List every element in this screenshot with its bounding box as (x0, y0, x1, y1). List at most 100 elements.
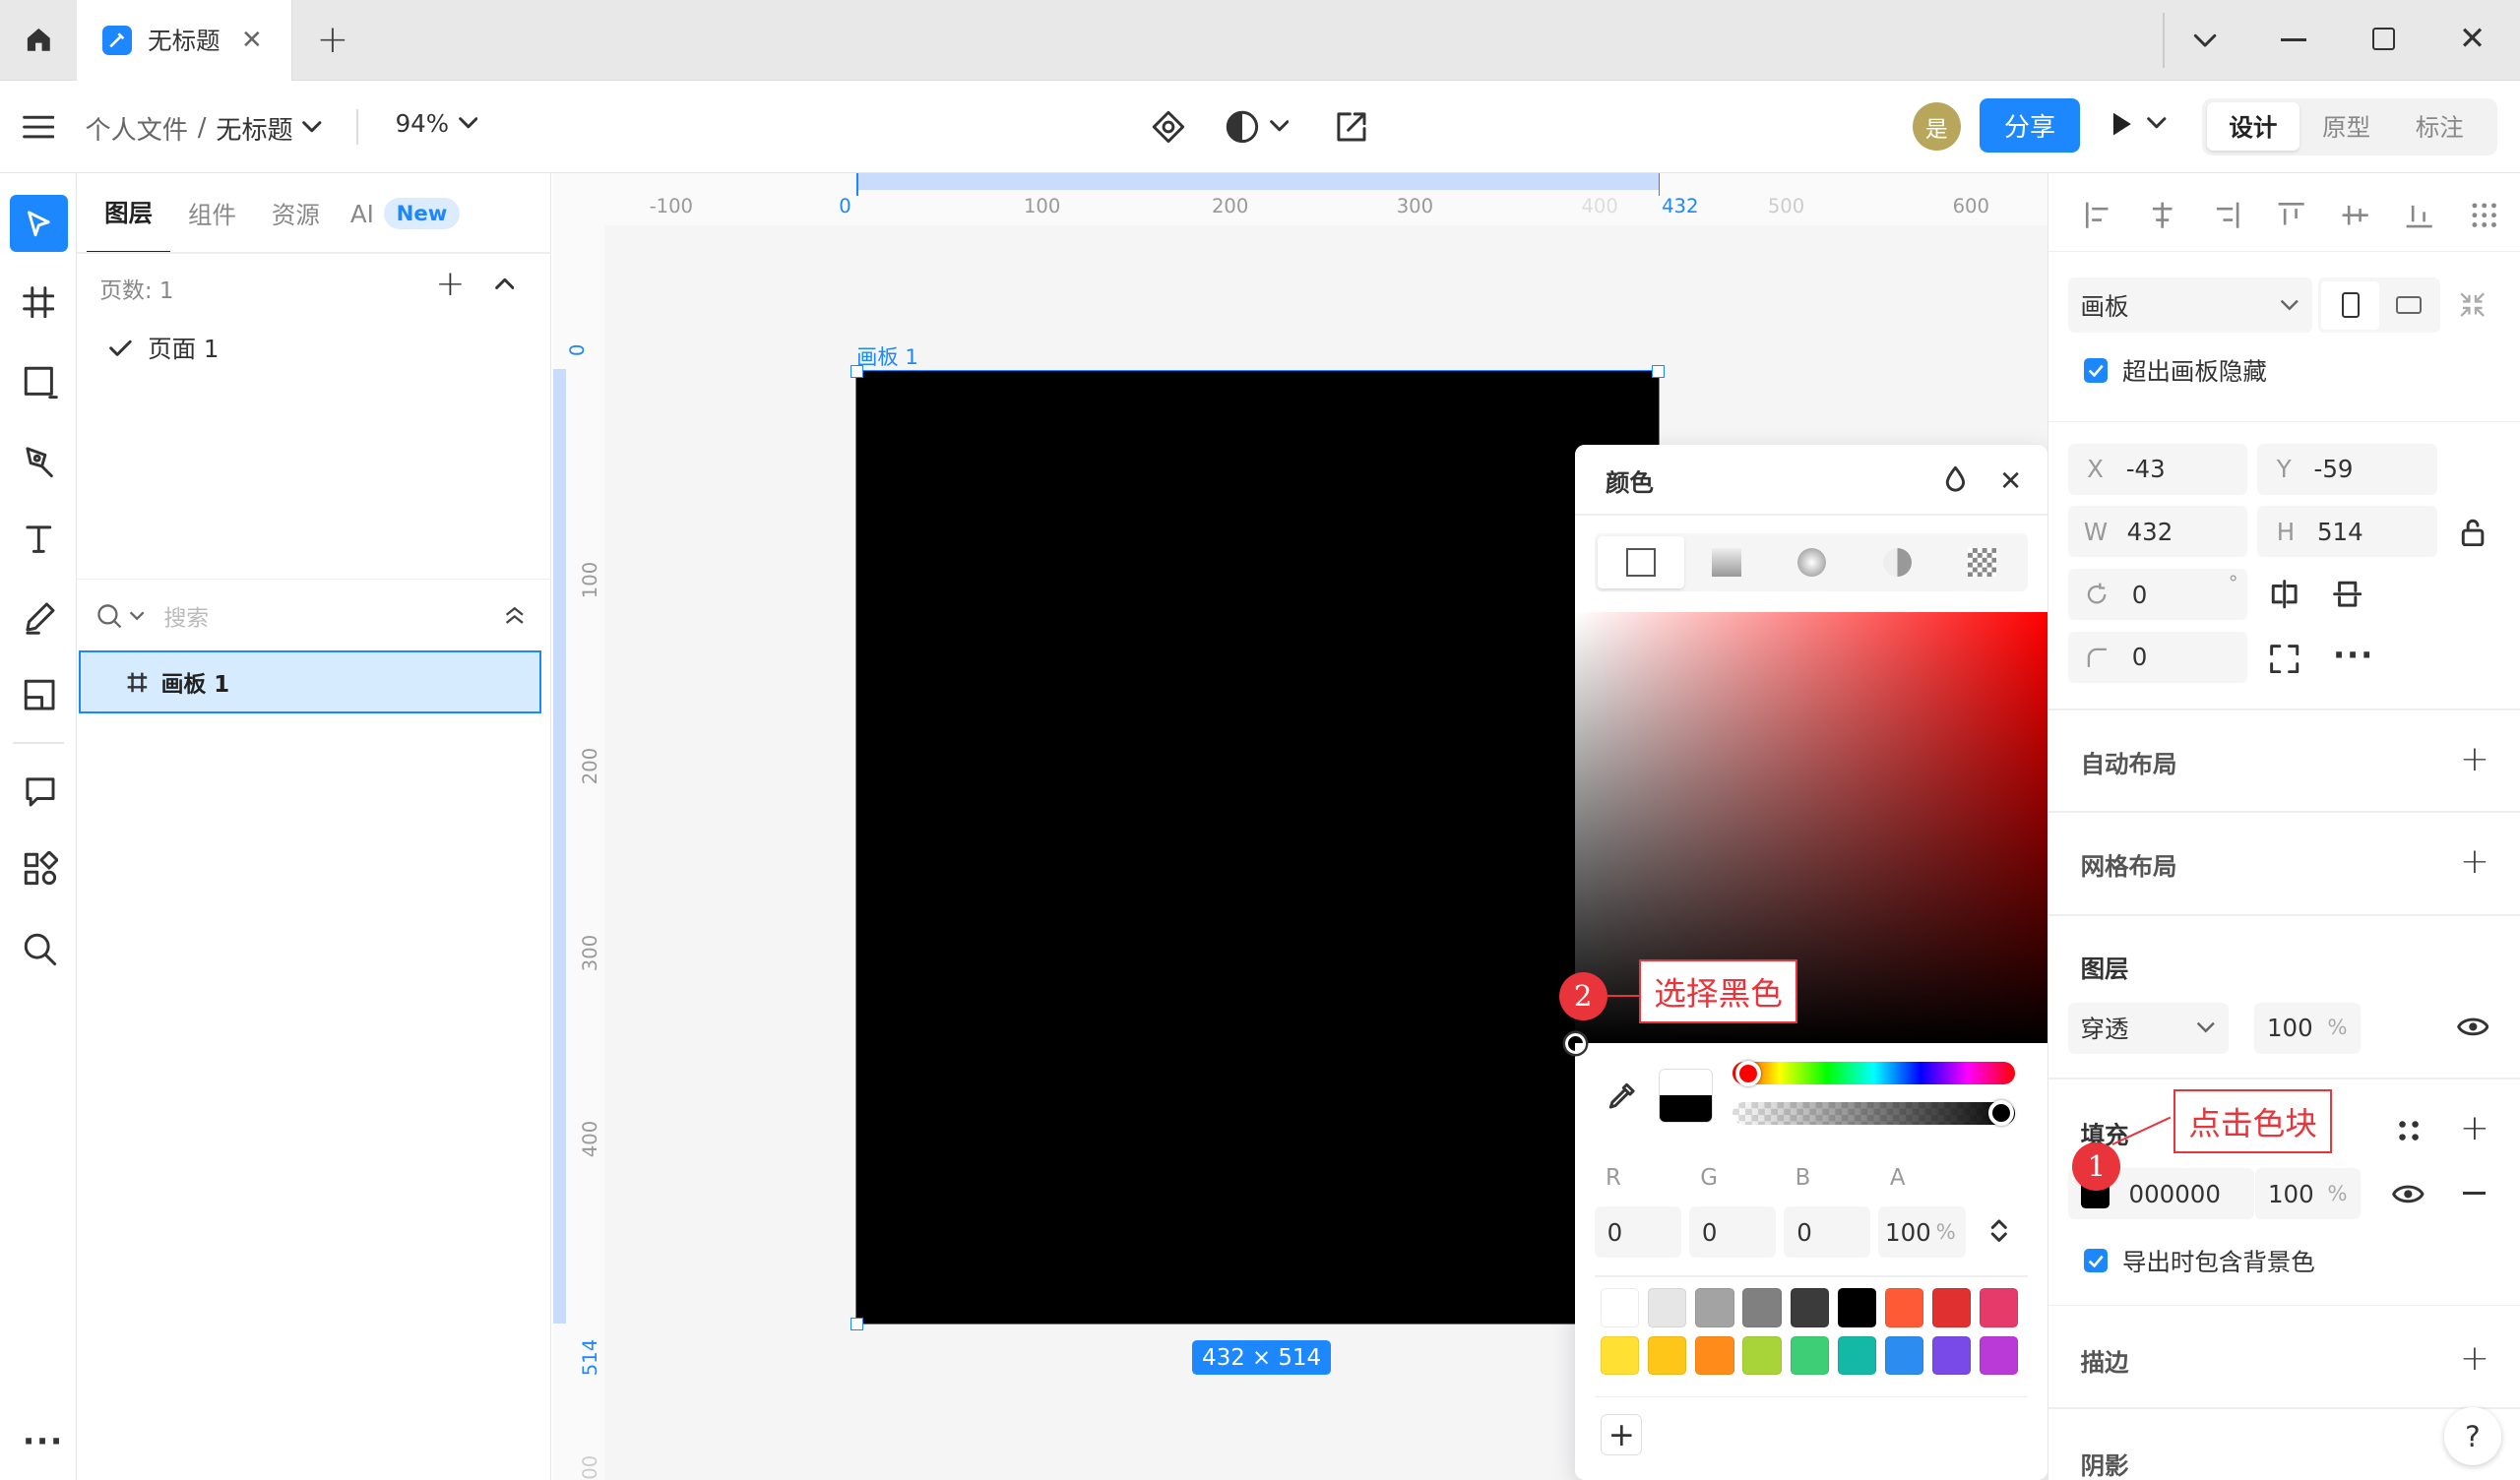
more-icon[interactable]: ··· (23, 1423, 64, 1460)
avatar[interactable]: 是 (1912, 102, 1961, 152)
format-toggle-icon[interactable] (1989, 1216, 2009, 1245)
add-auto-layout-icon[interactable]: + (2460, 739, 2489, 779)
color-swatch[interactable] (1601, 1336, 1640, 1376)
blend-mode-select[interactable]: 穿透 (2067, 1002, 2229, 1054)
width-input[interactable]: W 432 (2067, 506, 2248, 558)
home-button[interactable] (0, 0, 77, 81)
file-name[interactable]: 无标题 (216, 109, 292, 147)
align-bottom-icon[interactable] (2405, 201, 2433, 229)
color-swatch[interactable] (1884, 1336, 1924, 1376)
theme-toggle[interactable] (1225, 109, 1290, 145)
help-button[interactable]: ? (2443, 1407, 2502, 1465)
eyedropper-icon[interactable] (1607, 1081, 1636, 1110)
independent-corners-icon[interactable] (2270, 644, 2300, 673)
color-swatch[interactable] (1932, 1288, 1972, 1327)
move-tool[interactable] (9, 194, 68, 253)
window-close-icon[interactable]: ✕ (2459, 20, 2486, 57)
text-tool[interactable] (23, 523, 55, 555)
tab-assets[interactable]: 资源 (254, 173, 338, 254)
tab-annotate[interactable]: 标注 (2393, 102, 2487, 151)
add-stroke-icon[interactable]: + (2460, 1338, 2489, 1379)
x-input[interactable]: X -43 (2067, 443, 2248, 495)
color-swatch[interactable] (1932, 1336, 1972, 1376)
align-center-h-icon[interactable] (2148, 201, 2176, 229)
frame-tool[interactable] (23, 285, 55, 319)
r-input[interactable]: 0 (1594, 1206, 1681, 1259)
resize-handle[interactable] (850, 364, 863, 378)
restore-icon[interactable] (2371, 27, 2395, 50)
color-swatch[interactable] (1980, 1336, 2019, 1376)
artboard-label[interactable]: 画板 1 (856, 340, 918, 371)
tab-components[interactable]: 组件 (170, 173, 254, 254)
document-tab[interactable]: 无标题 ✕ (77, 0, 293, 81)
pencil-tool[interactable] (23, 599, 58, 635)
chevron-down-icon[interactable] (302, 121, 322, 134)
angular-gradient-tab[interactable] (1855, 536, 1940, 587)
layer-opacity-input[interactable]: 100% (2253, 1002, 2361, 1054)
a-input[interactable]: 100% (1878, 1206, 1966, 1259)
close-icon[interactable]: ✕ (1999, 464, 2022, 497)
flip-vertical-icon[interactable] (2333, 580, 2362, 608)
alpha-slider[interactable] (1732, 1101, 2016, 1125)
eye-icon[interactable] (2456, 1016, 2489, 1038)
rotation-input[interactable]: 0 ° (2067, 568, 2248, 621)
export-icon[interactable] (1334, 109, 1369, 145)
artboard[interactable] (855, 370, 1660, 1326)
tab-prototype[interactable]: 原型 (2300, 102, 2393, 151)
radial-gradient-tab[interactable] (1769, 536, 1855, 587)
minimize-icon[interactable] (2280, 38, 2306, 41)
distribute-icon[interactable] (2470, 201, 2498, 229)
plugins-tool[interactable] (23, 851, 58, 887)
color-swatch[interactable] (1980, 1288, 2019, 1327)
clip-content-checkbox[interactable]: 超出画板隐藏 (2083, 353, 2267, 388)
hue-thumb[interactable] (1735, 1060, 1762, 1086)
align-right-icon[interactable] (2212, 201, 2240, 229)
tab-ai[interactable]: AI New (350, 173, 461, 254)
new-tab-button[interactable]: + (308, 0, 356, 81)
share-button[interactable]: 分享 (1980, 97, 2080, 154)
lock-ratio-icon[interactable] (2460, 518, 2486, 546)
fill-opacity-input[interactable]: 100% (2253, 1167, 2361, 1220)
resize-handle[interactable] (850, 1317, 863, 1330)
pen-tool[interactable] (23, 444, 58, 479)
color-swatch[interactable] (1648, 1288, 1687, 1327)
remove-fill-icon[interactable] (2463, 1192, 2486, 1196)
preview-button[interactable] (2109, 111, 2167, 137)
slice-tool[interactable] (23, 678, 58, 713)
color-swatch[interactable] (1742, 1336, 1782, 1376)
page-item[interactable]: 页面 1 (109, 331, 219, 365)
export-background-checkbox[interactable]: 导出时包含背景色 (2083, 1244, 2315, 1278)
y-input[interactable]: Y -59 (2257, 443, 2437, 495)
comment-tool[interactable] (23, 774, 58, 810)
g-input[interactable]: 0 (1688, 1206, 1776, 1259)
eyedropper-mode-icon[interactable] (1944, 464, 1967, 493)
search-tool[interactable] (23, 932, 58, 967)
color-swatch[interactable] (1790, 1288, 1829, 1327)
alpha-thumb[interactable] (1987, 1100, 2014, 1127)
color-swatch[interactable] (1695, 1336, 1734, 1376)
search-box[interactable]: 搜索 (96, 599, 209, 633)
color-cursor[interactable] (1565, 1032, 1587, 1054)
color-swatch[interactable] (1837, 1288, 1876, 1327)
add-fill-icon[interactable]: + (2460, 1108, 2489, 1148)
color-swatch[interactable] (1790, 1336, 1829, 1376)
more-options-icon[interactable]: ··· (2333, 637, 2374, 674)
solid-fill-tab[interactable] (1597, 536, 1684, 588)
frame-type-select[interactable]: 画板 (2067, 278, 2312, 333)
color-swatch[interactable] (1742, 1288, 1782, 1327)
color-swatch[interactable] (1648, 1336, 1687, 1376)
color-swatch[interactable] (1837, 1336, 1876, 1376)
color-swatch[interactable] (1695, 1288, 1734, 1327)
eye-icon[interactable] (2392, 1183, 2425, 1205)
align-center-v-icon[interactable] (2341, 201, 2369, 229)
corner-radius-input[interactable]: 0 (2067, 631, 2248, 683)
collapse-all-icon[interactable] (505, 605, 525, 625)
style-icon[interactable] (2396, 1118, 2422, 1143)
add-grid-layout-icon[interactable]: + (2460, 841, 2489, 882)
tab-layers[interactable]: 图层 (87, 173, 171, 254)
align-left-icon[interactable] (2084, 201, 2112, 229)
color-swatch[interactable] (1601, 1288, 1640, 1327)
height-input[interactable]: H 514 (2257, 506, 2437, 558)
hue-slider[interactable] (1732, 1062, 2016, 1084)
align-top-icon[interactable] (2277, 201, 2305, 229)
